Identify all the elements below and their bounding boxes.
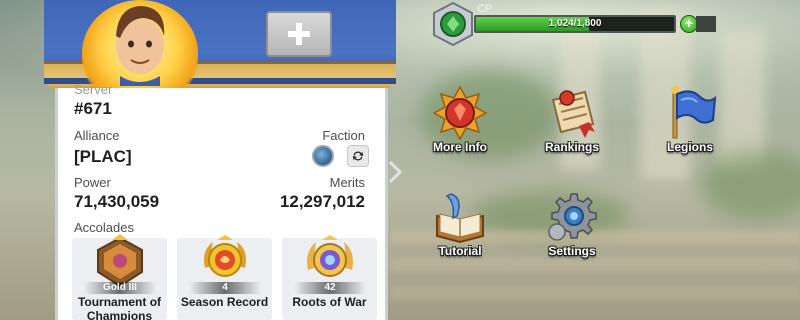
season-record-count: 4 (189, 282, 261, 294)
roots-of-war-count: 42 (294, 282, 366, 294)
legions-icon (671, 86, 717, 139)
faction-emblem-icon[interactable] (312, 145, 334, 167)
plus-icon (288, 23, 310, 45)
server-label: Server (74, 82, 113, 97)
cp-label: CP (477, 3, 493, 15)
tutorial-icon (436, 193, 484, 244)
tournament-rank-text: Gold III (84, 282, 156, 294)
menu-more-info-label: More Info (433, 140, 487, 154)
menu-settings[interactable]: Settings (527, 190, 617, 270)
tournament-title: Tournament of Champions (77, 295, 162, 320)
merits-value: 12,297,012 (279, 192, 365, 211)
power-value: 71,430,059 (74, 192, 160, 211)
profile-card: Server #671 Alliance [PLAC] Faction Powe… (55, 82, 388, 320)
roots-of-war-title: Roots of War (292, 295, 367, 309)
menu-legions[interactable]: Legions (645, 86, 735, 166)
menu-tutorial-label: Tutorial (438, 244, 482, 258)
alliance-value[interactable]: [PLAC] (74, 147, 132, 167)
accolade-tournament[interactable]: Gold III Tournament of Champions (72, 234, 167, 320)
menu-more-info[interactable]: More Info (415, 86, 505, 166)
accolades-label: Accolades (74, 220, 134, 235)
cp-gem-icon (433, 2, 473, 46)
season-record-title: Season Record (180, 295, 269, 309)
menu-legions-label: Legions (666, 140, 713, 154)
chevron-right-icon (388, 160, 402, 184)
menu-rankings[interactable]: Rankings (527, 86, 617, 166)
merits-label: Merits (329, 175, 365, 190)
swap-icon (352, 151, 364, 161)
faction-label: Faction (322, 128, 365, 143)
server-value: #671 (74, 99, 112, 118)
more-info-icon (433, 86, 487, 140)
cp-progress-bar: 1,024/1,800 (474, 15, 676, 33)
alliance-label: Alliance (74, 128, 120, 143)
accolade-roots-of-war[interactable]: 42 Roots of War (282, 235, 377, 320)
menu-settings-label: Settings (548, 244, 596, 258)
cp-progress-text: 1,024/1,800 (548, 18, 602, 29)
add-decoration-button[interactable] (266, 11, 332, 57)
power-label: Power (74, 175, 111, 190)
settings-icon (548, 193, 597, 241)
menu-tutorial[interactable]: Tutorial (415, 190, 505, 270)
rankings-icon (551, 90, 595, 138)
change-faction-button[interactable] (347, 145, 369, 167)
avatar-portrait-icon (116, 6, 165, 86)
accolade-season-record[interactable]: 4 Season Record (177, 235, 272, 320)
menu-rankings-label: Rankings (544, 140, 599, 154)
